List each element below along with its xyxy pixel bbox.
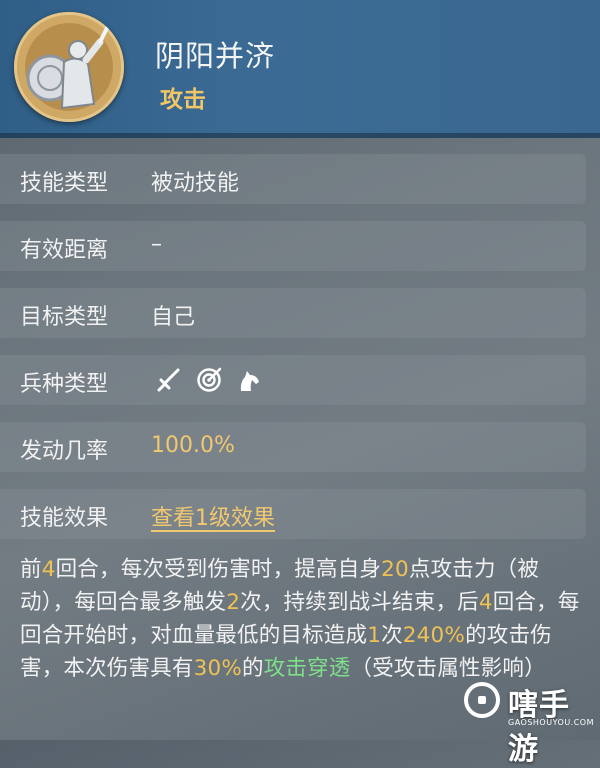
desc-number: 240%: [402, 623, 466, 648]
desc-number: 1: [367, 623, 382, 648]
view-level-effect-link[interactable]: 查看1级效果: [151, 500, 275, 532]
warrior-icon: [17, 15, 121, 119]
skill-description: 前4回合，每次受到伤害时，提高自身20点攻击力（被动），每回合最多触发2次，持续…: [20, 553, 580, 685]
row-effective-range: 有效距离 –: [0, 221, 586, 271]
desc-number: 4: [41, 557, 56, 582]
row-label: 技能效果: [20, 506, 109, 531]
desc-text: 次，持续到战斗结束，后: [240, 590, 479, 615]
hero-portrait: [14, 12, 124, 122]
site-logo-icon: [464, 682, 500, 718]
horse-icon: [236, 367, 262, 393]
armor-penetration-keyword: 攻击穿透: [263, 656, 351, 681]
row-label: 发动几率: [20, 439, 109, 464]
target-type-value: 自己: [151, 305, 196, 330]
row-label: 技能类型: [20, 171, 109, 196]
desc-text: 前: [20, 557, 42, 582]
skill-header: 阴阳并济 攻击: [0, 0, 600, 138]
desc-text: 次: [381, 623, 403, 648]
row-trigger-rate: 发动几率 100.0%: [0, 422, 586, 472]
skill-name: 阴阳并济: [155, 39, 276, 73]
desc-number: 30%: [193, 656, 242, 681]
desc-text: 回合，每次受到伤害时，提高自身: [55, 557, 382, 582]
skill-category-value: 被动技能: [151, 171, 240, 196]
site-watermark: 嗐手游 GAOSHOUYOU.COM: [464, 678, 595, 767]
row-target-type: 目标类型 自己: [0, 288, 586, 338]
row-label: 有效距离: [20, 238, 109, 263]
row-label: 目标类型: [20, 305, 109, 330]
watermark-url: GAOSHOUYOU.COM: [508, 718, 595, 727]
trigger-rate-value: 100.0%: [151, 433, 235, 458]
row-skill-effect: 技能效果 查看1级效果: [0, 489, 586, 539]
row-label: 兵种类型: [20, 372, 109, 397]
effective-range-value: –: [151, 232, 162, 257]
sword-icon: [156, 367, 182, 393]
row-troop-type: 兵种类型: [0, 355, 586, 405]
desc-number: 2: [226, 590, 241, 615]
desc-number: 4: [478, 590, 493, 615]
target-icon: [196, 367, 222, 393]
desc-number: 20: [381, 557, 409, 582]
skill-type: 攻击: [160, 87, 206, 113]
row-skill-category: 技能类型 被动技能: [0, 154, 586, 204]
desc-text: 的: [242, 656, 264, 681]
troop-type-icons: [156, 367, 262, 393]
